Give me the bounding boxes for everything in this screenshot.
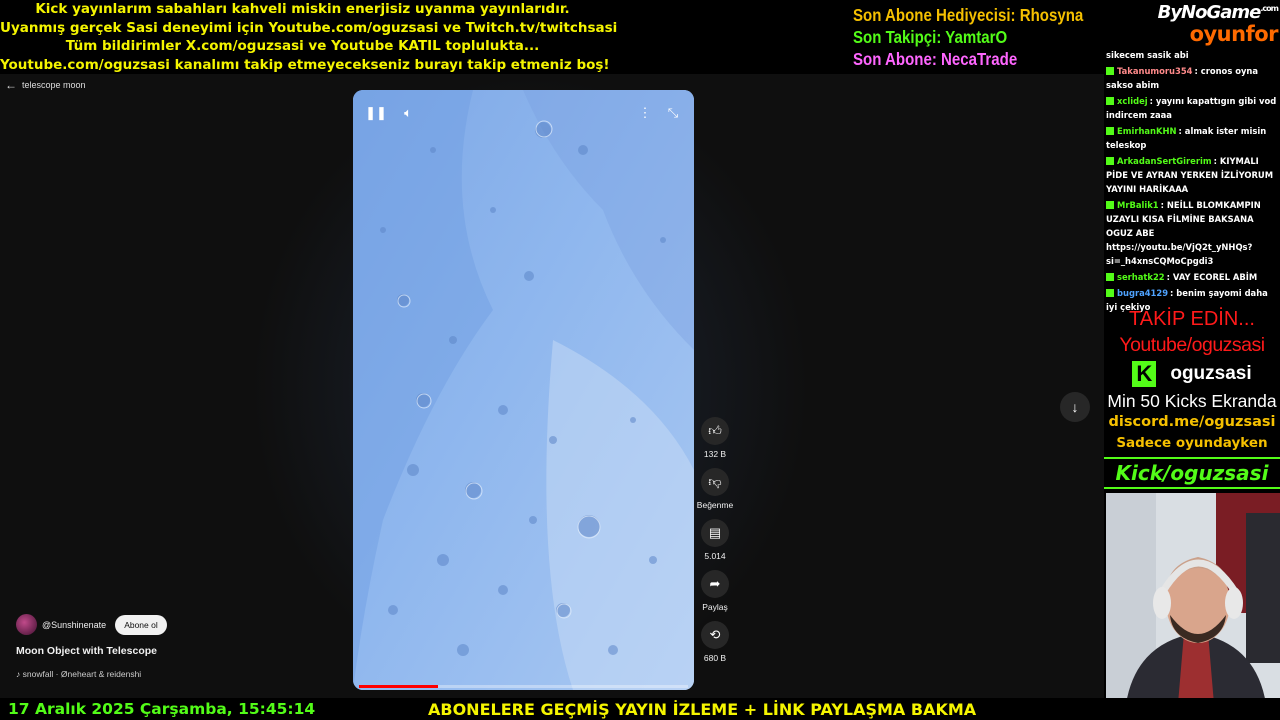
banner-line-2: Uyanmış gerçek Sasi deneyimi için Youtub… bbox=[0, 19, 618, 36]
chat-message: sikecem sasik abi bbox=[1106, 48, 1278, 62]
kick-badge-icon bbox=[1106, 67, 1114, 75]
pause-button[interactable]: ❚❚ bbox=[361, 102, 391, 124]
kick-name: oguzsasi bbox=[1170, 363, 1252, 384]
comments-action[interactable]: ▤ 5.014 bbox=[696, 519, 734, 561]
kick-badge-icon bbox=[1106, 289, 1114, 297]
like-action[interactable]: 👍︎ 132 B bbox=[696, 417, 734, 459]
dislike-action[interactable]: 👎︎ Beğenme bbox=[696, 468, 734, 510]
arrow-left-icon: ← bbox=[5, 78, 17, 92]
chat-message: ArkadanSertGirerim: KIYMALI PİDE VE AYRA… bbox=[1106, 154, 1278, 196]
music-info[interactable]: ♪ snowfall · Øneheart & reidenshi bbox=[16, 669, 141, 679]
last-follower: Son Takipçi: YamtarO bbox=[853, 27, 1008, 47]
chat-text: sikecem sasik abi bbox=[1106, 50, 1189, 60]
banner-line-1: Kick yayınlarım sabahları kahveli miskin… bbox=[35, 1, 570, 17]
remix-count: 680 B bbox=[703, 653, 727, 663]
sponsor-logo-com: .com bbox=[1260, 4, 1279, 13]
chat-message: Takanumoru354: cronos oyna sakso abim bbox=[1106, 64, 1278, 92]
arrow-down-icon: ↓ bbox=[1071, 399, 1079, 415]
chat-message: xclidej: yayını kapattıgın gibi vod indi… bbox=[1106, 94, 1278, 122]
bottom-bar: 17 Aralık 2025 Çarşamba, 15:45:14 ABONEL… bbox=[0, 698, 1280, 720]
follow-text: TAKİP EDİN... bbox=[1129, 308, 1255, 330]
chat-username[interactable]: bugra4129 bbox=[1117, 288, 1168, 298]
promo-panel: TAKİP EDİN... Youtube/oguzsasi K oguzsas… bbox=[1104, 306, 1280, 489]
like-count: 132 B bbox=[703, 449, 727, 459]
back-button[interactable]: ← telescope moon bbox=[5, 78, 86, 92]
kick-badge-icon bbox=[1106, 127, 1114, 135]
last-subscriber: Son Abone: NecaTrade bbox=[853, 49, 1018, 69]
youtube-shorts-page: ← telescope moon ❚❚ 🔈︎ ⋮ ⤡ 👍︎ 132 B 👎︎ B… bbox=[0, 74, 1104, 698]
collapse-icon[interactable]: ⤡ bbox=[658, 102, 688, 124]
sponsor-logo: ByNoGame.com oyunfor bbox=[1157, 2, 1279, 46]
datetime-display: 17 Aralık 2025 Çarşamba, 15:45:14 bbox=[8, 700, 316, 718]
chat-username[interactable]: EmirhanKHN bbox=[1117, 126, 1177, 136]
kick-logo-icon: K bbox=[1132, 361, 1157, 387]
chat-username[interactable]: xclidej bbox=[1117, 96, 1148, 106]
chat-username[interactable]: Takanumoru354 bbox=[1117, 66, 1192, 76]
comment-count: 5.014 bbox=[704, 551, 726, 561]
kick-badge-icon bbox=[1106, 201, 1114, 209]
banner-line-3: Tüm bildirimler X.com/oguzsasi ve Youtub… bbox=[65, 38, 540, 54]
only-game-text: Sadece oyundayken bbox=[1116, 435, 1268, 451]
webcam-feed bbox=[1106, 493, 1280, 704]
last-gifter: Son Abone Hediyecisi: Rhosyna bbox=[853, 5, 1084, 25]
stream-chat: sikecem sasik abi Takanumoru354: cronos o… bbox=[1106, 48, 1278, 316]
dislike-label: Beğenme bbox=[696, 500, 734, 510]
channel-name[interactable]: @Sunshinenate bbox=[42, 620, 106, 630]
chat-message: EmirhanKHN: almak ister misin teleskop bbox=[1106, 124, 1278, 152]
share-action[interactable]: ➦ Paylaş bbox=[696, 570, 734, 612]
share-label: Paylaş bbox=[702, 602, 728, 612]
volume-button[interactable]: 🔈︎ bbox=[393, 102, 423, 124]
search-query-label: telescope moon bbox=[22, 80, 86, 90]
next-short-button[interactable]: ↓ bbox=[1060, 392, 1090, 422]
kick-badge-icon bbox=[1106, 273, 1114, 281]
thumbs-up-icon[interactable]: 👍︎ bbox=[701, 417, 729, 445]
latest-events-panel: Son Abone Hediyecisi: Rhosyna Son Takipç… bbox=[853, 4, 1083, 70]
kick-badge-icon bbox=[1106, 157, 1114, 165]
remix-action[interactable]: ⟲ 680 B bbox=[696, 621, 734, 663]
kicks-text: Min 50 Kicks Ekranda bbox=[1107, 391, 1277, 411]
more-options-icon[interactable]: ⋮ bbox=[630, 102, 660, 124]
video-progress-fill bbox=[359, 685, 438, 688]
subscribe-button[interactable]: Abone ol bbox=[115, 614, 167, 635]
stream-info-banner: Kick yayınlarım sabahları kahveli miskin… bbox=[0, 0, 618, 76]
channel-row: @Sunshinenate Abone ol bbox=[16, 614, 167, 635]
kick-url: Kick/oguzsasi bbox=[1104, 457, 1280, 489]
chat-message: MrBalik1: NEİLL BLOMKAMPIN UZAYLI KISA F… bbox=[1106, 198, 1278, 268]
kick-badge-icon bbox=[1106, 97, 1114, 105]
youtube-handle: Youtube/oguzsasi bbox=[1119, 334, 1265, 356]
chat-username[interactable]: serhatk22 bbox=[1117, 272, 1165, 282]
share-icon[interactable]: ➦ bbox=[701, 570, 729, 598]
kick-row: K oguzsasi bbox=[1104, 358, 1280, 390]
chat-username[interactable]: ArkadanSertGirerim bbox=[1117, 156, 1212, 166]
chat-text: : VAY ECOREL ABİM bbox=[1166, 272, 1258, 282]
remix-icon[interactable]: ⟲ bbox=[701, 621, 729, 649]
thumbs-down-icon[interactable]: 👎︎ bbox=[701, 468, 729, 496]
comment-icon[interactable]: ▤ bbox=[701, 519, 729, 547]
ticker-text: ABONELERE GEÇMİŞ YAYIN İZLEME + LİNK PAY… bbox=[428, 700, 977, 719]
discord-link: discord.me/oguzsasi bbox=[1108, 414, 1276, 430]
channel-avatar[interactable] bbox=[16, 614, 37, 635]
sponsor-logo-sub: oyunfor bbox=[1189, 22, 1279, 46]
banner-line-4: Youtube.com/oguzsasi kanalımı takip etme… bbox=[0, 56, 610, 73]
moon-surface-image bbox=[353, 90, 694, 690]
sponsor-logo-name: ByNoGame bbox=[1157, 2, 1262, 23]
video-title: Moon Object with Telescope bbox=[16, 645, 157, 657]
video-progress-bar[interactable] bbox=[359, 685, 688, 688]
chat-message: serhatk22: VAY ECOREL ABİM bbox=[1106, 270, 1278, 284]
chat-username[interactable]: MrBalik1 bbox=[1117, 200, 1159, 210]
webcam-image bbox=[1106, 493, 1280, 704]
short-video-player[interactable]: ❚❚ 🔈︎ ⋮ ⤡ bbox=[353, 90, 694, 690]
